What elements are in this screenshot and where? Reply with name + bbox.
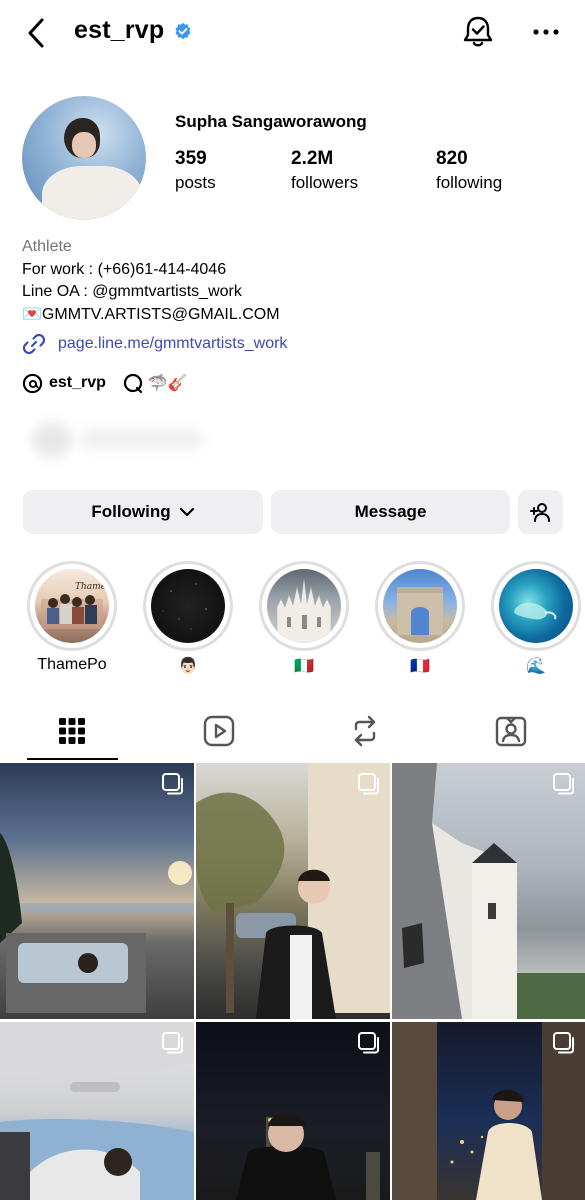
post-thumbnail[interactable] [196, 1022, 390, 1200]
ocean-reef-image [514, 602, 557, 620]
stat-posts-label: posts [175, 173, 216, 192]
multiple-photos-icon [358, 1032, 379, 1054]
tab-reposts[interactable] [320, 700, 410, 762]
story-highlight[interactable]: Thame ThamePo [27, 561, 117, 674]
bio-line-email: 💌GMMTV.ARTISTS@GMAIL.COM [22, 305, 280, 323]
profile-tabs [0, 700, 585, 762]
multiple-photos-icon [162, 1032, 183, 1054]
stat-following[interactable]: 820 following [436, 148, 502, 193]
posts-grid [0, 763, 585, 1200]
highlight-label: 🇮🇹 [294, 658, 314, 675]
stat-following-label: following [436, 173, 503, 192]
story-highlight[interactable]: 🇫🇷 [375, 561, 465, 676]
cathedral-image [276, 578, 332, 643]
profile-bio: Athlete For work : (+66)61-414-4046 Line… [22, 236, 280, 326]
back-chevron-icon[interactable] [22, 16, 52, 50]
profile-category: Athlete [22, 238, 72, 255]
highlight-ring [259, 561, 349, 651]
post-thumbnail[interactable] [196, 763, 390, 1019]
multiple-photos-icon [553, 1032, 574, 1054]
post-thumbnail[interactable] [0, 763, 194, 1019]
night-sky-image [162, 583, 207, 630]
profile-avatar[interactable] [22, 96, 146, 220]
story-highlight[interactable]: 🌊 [491, 561, 581, 676]
highlight-cover-image [383, 569, 457, 643]
highlight-label: 🇫🇷 [410, 658, 430, 675]
highlight-ring: Thame [27, 561, 117, 651]
stat-posts-value: 359 [175, 148, 207, 169]
following-button[interactable]: Following [23, 490, 263, 534]
highlight-cover-image [499, 569, 573, 643]
highlight-cover-image: Thame [35, 569, 109, 643]
threads-row[interactable]: est_rvp 🦈🎸 [22, 372, 188, 394]
bio-line-work: For work : (+66)61-414-4046 [22, 260, 227, 278]
chevron-down-icon [179, 507, 194, 517]
highlight-cover-image [151, 569, 225, 643]
tab-posts[interactable] [27, 700, 117, 762]
profile-link-text: page.line.me/gmmtvartists_work [58, 335, 288, 352]
blurred-mutuals [22, 418, 222, 462]
multiple-photos-icon [553, 773, 574, 795]
stat-followers[interactable]: 2.2M followers [291, 148, 358, 193]
highlight-label: ThamePo [37, 656, 107, 673]
highlight-ring [375, 561, 465, 651]
highlight-label: 👨🏻 [178, 658, 198, 675]
highlight-cover-image [267, 569, 341, 643]
stat-followers-label: followers [291, 173, 359, 192]
post-thumbnail[interactable] [392, 1022, 585, 1200]
stat-followers-value: 2.2M [291, 148, 334, 169]
post-image [0, 833, 194, 1013]
tab-reels[interactable] [174, 700, 264, 762]
highlight-ring [143, 561, 233, 651]
stat-following-value: 820 [436, 148, 468, 169]
avatar-shirt [42, 166, 142, 220]
profile-full-name: Supha Sangaworawong [175, 112, 367, 131]
post-image [392, 763, 585, 1019]
active-tab-indicator [27, 758, 118, 760]
following-button-label: Following [91, 502, 171, 521]
highlight-label: 🌊 [526, 658, 546, 675]
stat-posts[interactable]: 359 posts [175, 148, 216, 193]
threads-handle: est_rvp [49, 374, 106, 391]
add-person-icon [529, 503, 550, 522]
username-header: est_rvp [74, 16, 192, 45]
threads-emojis: 🦈🎸 [147, 375, 188, 392]
multiple-photos-icon [162, 773, 183, 795]
svg-text:Thame: Thame [75, 582, 106, 592]
reels-icon [203, 715, 235, 747]
username: est_rvp [74, 16, 165, 44]
posts-grid-icon [59, 718, 85, 744]
message-button-label: Message [354, 502, 427, 521]
threads-icon [22, 373, 43, 393]
multiple-photos-icon [358, 773, 379, 795]
story-highlight[interactable]: 👨🏻 [143, 561, 233, 676]
highlight-ring [491, 561, 581, 651]
message-button[interactable]: Message [271, 490, 510, 534]
avatar-face [72, 132, 96, 158]
post-thumbnail[interactable] [392, 763, 585, 1019]
verified-badge-icon [175, 22, 191, 39]
notification-bell-icon[interactable] [460, 14, 496, 50]
bio-line-line-oa: Line OA : @gmmtvartists_work [22, 283, 242, 300]
blurred-text [82, 430, 202, 448]
tagged-icon [495, 716, 527, 747]
suggested-users-button[interactable] [518, 490, 563, 534]
tab-tagged[interactable] [466, 700, 556, 762]
post-image [196, 763, 390, 1019]
more-options-icon[interactable] [528, 16, 564, 48]
group-photo-image: Thame [41, 582, 106, 629]
arc-de-triomphe-image [397, 587, 443, 635]
blurred-avatar [32, 422, 72, 458]
top-bar: est_rvp [0, 0, 585, 66]
reposts-icon [354, 715, 376, 747]
post-thumbnail[interactable] [0, 1022, 194, 1200]
profile-link[interactable]: page.line.me/gmmtvartists_work [22, 332, 287, 356]
link-chain-icon [22, 333, 46, 355]
story-highlight[interactable]: 🇮🇹 [259, 561, 349, 676]
chat-bubble-icon [123, 373, 143, 394]
